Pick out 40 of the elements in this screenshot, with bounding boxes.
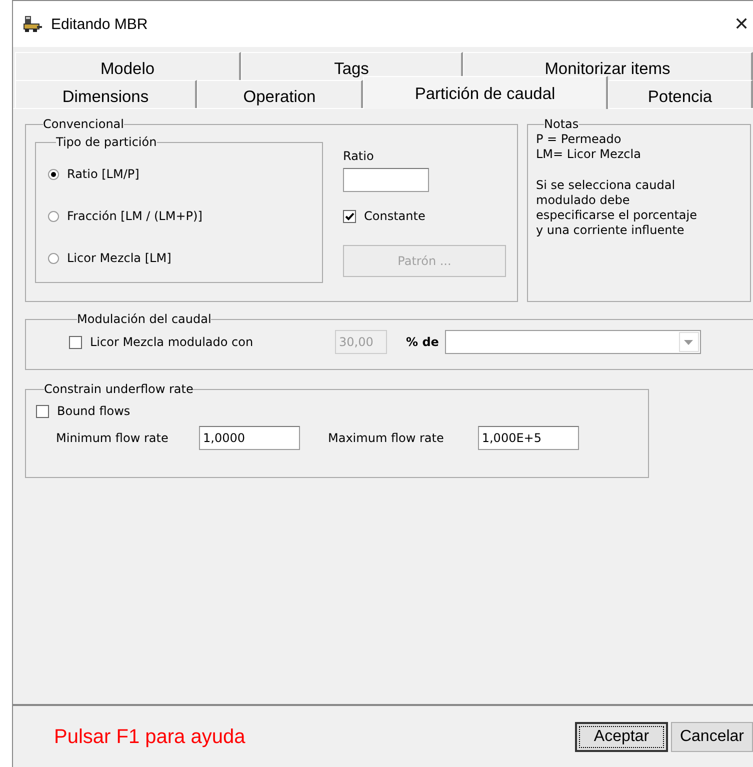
dialog-button[interactable]: Cancelar [670, 722, 753, 752]
tab[interactable]: Potencia [608, 80, 753, 108]
note-line: LM= Licor Mezcla [536, 147, 642, 162]
dialog-button[interactable]: Aceptar [574, 722, 668, 752]
caret-icon [678, 332, 699, 352]
group-title: Tipo de partición [56, 135, 157, 149]
group-title: Notas [544, 117, 579, 132]
checkbox-label[interactable]: Constante [364, 209, 426, 223]
help-text: Pulsar F1 para ayuda [54, 726, 246, 748]
radio-button[interactable] [48, 252, 59, 264]
group-title: Constrain underflow rate [44, 382, 194, 396]
field-label: Minimum flow rate [56, 431, 170, 445]
tab[interactable]: Partición de caudal [363, 76, 608, 109]
field-label: Maximum flow rate [328, 431, 444, 445]
checkbox[interactable] [343, 210, 356, 222]
tab[interactable]: Modelo [15, 52, 241, 80]
radio-label[interactable]: Licor Mezcla [LM] [67, 251, 172, 265]
tab[interactable]: Tags [241, 52, 463, 80]
radio-button[interactable] [48, 168, 59, 180]
radio-button[interactable] [48, 210, 59, 222]
input-field[interactable]: 1,000E+5 [478, 426, 579, 450]
radio-label[interactable]: Ratio [LM/P] [67, 167, 140, 181]
tab[interactable]: Monitorizar items [463, 52, 753, 80]
note-paragraph: Si se selecciona caudal modulado debe especificarse el porcentaje y una corriente influente [536, 178, 698, 238]
field-label: % de [406, 335, 439, 349]
group-title: Convencional [43, 117, 124, 131]
group-title: Modulación del caudal [77, 312, 212, 326]
note-line: P = Permeado [536, 132, 622, 147]
radio-label[interactable]: Fracción [LM / (LM+P)] [67, 209, 202, 223]
field-label: Ratio [343, 149, 375, 163]
input-field[interactable]: 1,0000 [199, 426, 300, 450]
checkbox-label[interactable]: Bound flows [57, 404, 130, 418]
tab[interactable]: Operation [197, 80, 363, 108]
dropdown[interactable] [444, 330, 701, 354]
input-field[interactable] [343, 168, 429, 192]
checkbox[interactable] [36, 404, 49, 418]
tab[interactable]: Dimensions [15, 80, 197, 108]
window-title: Editando MBR [51, 16, 148, 32]
close-button[interactable]: ✕ [734, 13, 753, 35]
machine-icon [23, 15, 43, 33]
